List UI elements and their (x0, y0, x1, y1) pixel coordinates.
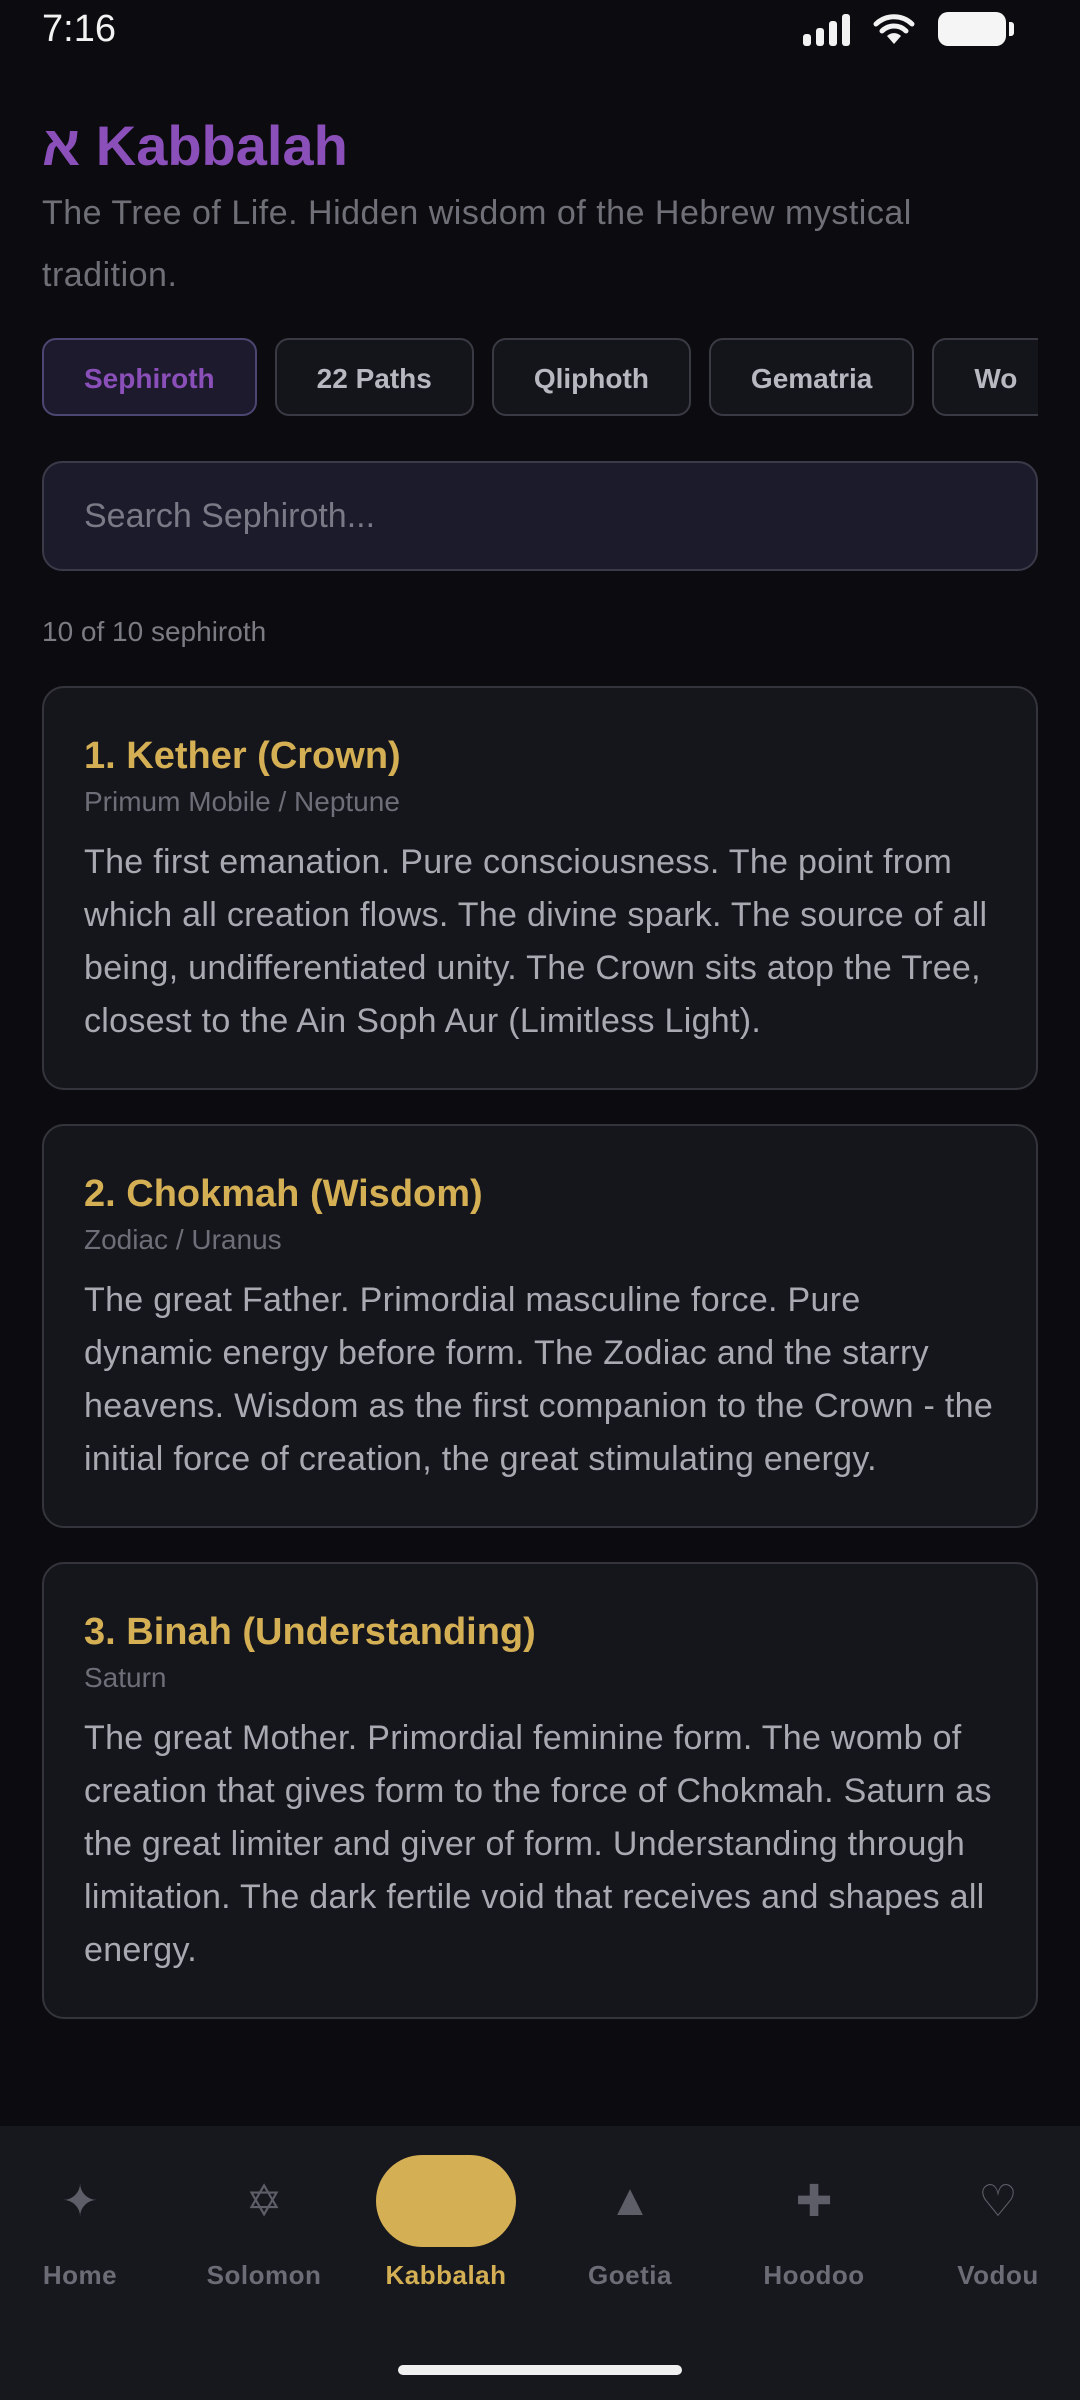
nav-hoodoo[interactable]: ✚ Hoodoo (722, 2126, 906, 2291)
card-subtitle: Primum Mobile / Neptune (84, 786, 400, 817)
card-title: 3. Binah (Understanding) (84, 1611, 536, 1653)
signal-icon (803, 12, 850, 46)
sephirah-card[interactable]: 2. Chokmah (Wisdom) Zodiac / Uranus The … (42, 1124, 1038, 1528)
sephirah-card[interactable]: 3. Binah (Understanding) Saturn The grea… (42, 1562, 1038, 2019)
card-body: The great Father. Primordial masculine f… (84, 1281, 994, 1478)
page-header: א Kabbalah The Tree of Life. Hidden wisd… (42, 110, 1042, 306)
card-subtitle: Zodiac / Uranus (84, 1224, 282, 1255)
nav-home[interactable]: ✦ Home (0, 2126, 172, 2291)
wifi-icon (873, 14, 915, 44)
active-indicator (354, 2155, 538, 2247)
card-body: The first emanation. Pure consciousness.… (84, 843, 988, 1040)
status-time: 7:16 (42, 8, 116, 50)
active-pill (376, 2155, 516, 2247)
status-icons (803, 12, 1014, 46)
tab-22-paths[interactable]: 22 Paths (274, 338, 474, 416)
battery-icon (938, 12, 1014, 46)
page-title: א Kabbalah (42, 114, 348, 177)
nav-vodou[interactable]: ♡ Vodou (906, 2126, 1080, 2291)
nav-label: Goetia (588, 2260, 672, 2290)
tab-sephiroth[interactable]: Sephiroth (42, 338, 257, 416)
sephirah-card[interactable]: 1. Kether (Crown) Primum Mobile / Neptun… (42, 686, 1038, 1090)
nav-label: Kabbalah (385, 2260, 507, 2290)
nav-label: Home (42, 2260, 118, 2290)
card-title: 2. Chokmah (Wisdom) (84, 1173, 483, 1215)
hexagram-icon: ✡ (245, 2176, 283, 2226)
sephiroth-list: 1. Kether (Crown) Primum Mobile / Neptun… (42, 686, 1038, 2053)
nav-solomon[interactable]: ✡ Solomon (172, 2126, 356, 2291)
card-body: The great Mother. Primordial feminine fo… (84, 1719, 992, 1969)
search-box (42, 461, 1038, 571)
home-indicator[interactable] (398, 2365, 682, 2375)
search-input[interactable] (44, 463, 1036, 569)
cross-icon: ✚ (795, 2176, 833, 2226)
tab-gematria[interactable]: Gematria (708, 338, 915, 416)
nav-label: Vodou (957, 2260, 1039, 2290)
category-tabs: Sephiroth 22 Paths Qliphoth Gematria Wo (42, 338, 1038, 420)
tab-wo[interactable]: Wo (932, 338, 1038, 416)
nav-label: Hoodoo (763, 2260, 865, 2290)
sparkle-icon: ✦ (61, 2176, 99, 2226)
triangle-icon: ▲ (608, 2176, 652, 2225)
result-count: 10 of 10 sephiroth (42, 616, 267, 647)
heart-icon: ♡ (978, 2176, 1018, 2226)
card-subtitle: Saturn (84, 1662, 167, 1693)
card-title: 1. Kether (Crown) (84, 735, 401, 777)
bottom-nav: ✦ Home ✡ Solomon Kabbalah ▲ Goetia ✚ Hoo… (0, 2126, 1080, 2400)
nav-kabbalah[interactable]: Kabbalah (354, 2126, 538, 2291)
page-subtitle: The Tree of Life. Hidden wisdom of the H… (42, 194, 912, 294)
nav-goetia[interactable]: ▲ Goetia (538, 2126, 722, 2291)
status-bar: 7:16 (0, 0, 1080, 62)
tab-qliphoth[interactable]: Qliphoth (491, 338, 691, 416)
nav-label: Solomon (206, 2260, 322, 2290)
